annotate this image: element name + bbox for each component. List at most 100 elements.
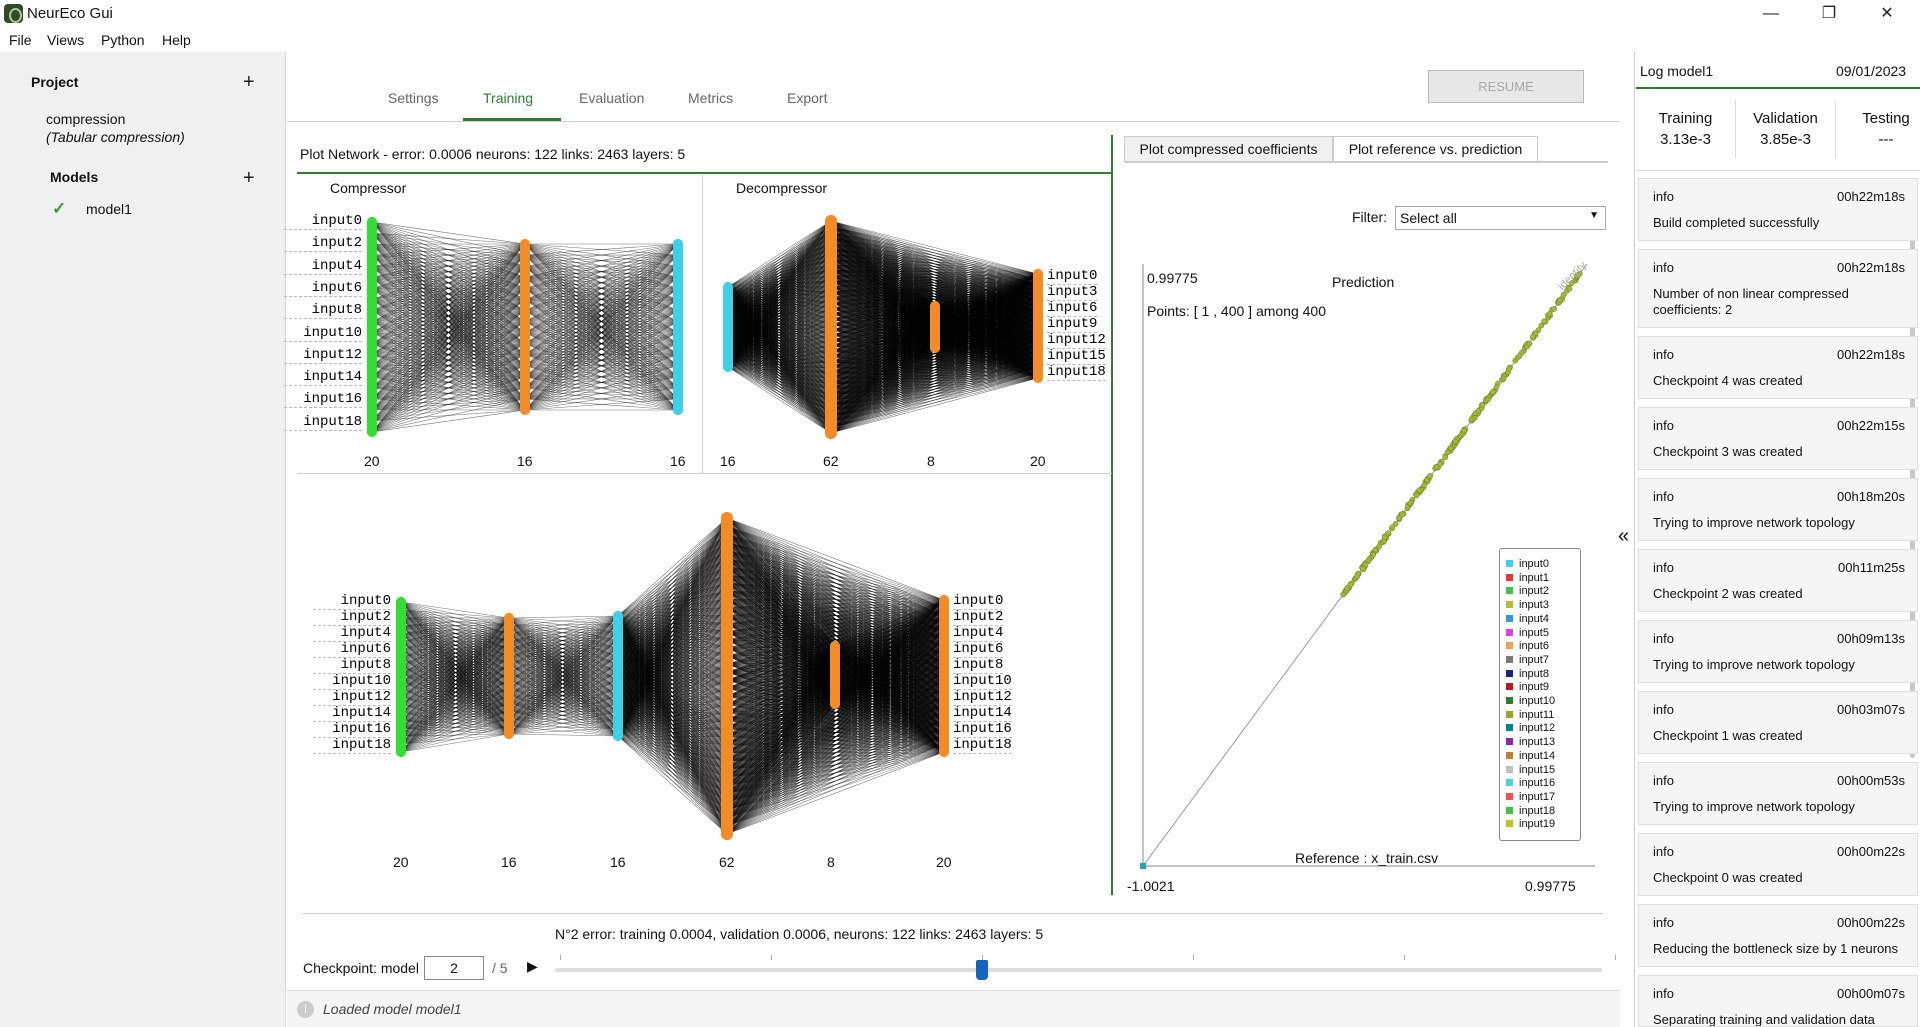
log-time: 00h00m53s xyxy=(1837,773,1905,788)
legend-item: input4 xyxy=(1506,613,1549,626)
decompressor-output-label: input15 xyxy=(1047,348,1106,365)
compressor-links-1 xyxy=(371,221,526,433)
data-point xyxy=(1448,445,1454,452)
compressor-input-label: input6 xyxy=(284,280,362,297)
data-point xyxy=(1344,585,1351,591)
decompressor-output-label: input18 xyxy=(1047,364,1106,381)
compressor-input-label: input18 xyxy=(284,414,362,431)
minimize-button[interactable]: — xyxy=(1748,1,1794,27)
log-stat-value: --- xyxy=(1878,131,1894,148)
log-date: 09/01/2023 xyxy=(1836,63,1907,79)
full-links-3 xyxy=(617,517,728,835)
legend-swatch xyxy=(1506,806,1513,814)
layer-size-label: 20 xyxy=(936,854,952,870)
full-output-label: input8 xyxy=(953,657,1004,674)
data-point xyxy=(1500,375,1507,382)
log-level: info xyxy=(1653,260,1674,275)
compressor-input-label: input14 xyxy=(284,369,362,387)
play-button[interactable]: ▶ xyxy=(527,958,538,975)
legend-label: input14 xyxy=(1519,749,1556,762)
legend-label: input1 xyxy=(1519,571,1549,584)
log-entry: info 00h22m18s Checkpoint 4 was created xyxy=(1638,336,1918,399)
full-input-label: input4 xyxy=(313,625,391,642)
decompressor-hidden-layer-1-nodes xyxy=(825,215,837,439)
log-title: Log model1 xyxy=(1640,63,1714,79)
checkpoint-summary: N°2 error: training 0.0004, validation 0… xyxy=(555,926,1044,942)
decompressor-output-label: input12 xyxy=(1047,332,1106,349)
full-output-label: input2 xyxy=(953,609,1004,626)
tab-plot-reference-vs-prediction[interactable]: Plot reference vs. prediction xyxy=(1333,136,1538,162)
full-input-label: input8 xyxy=(313,657,391,674)
data-point xyxy=(1421,482,1428,488)
legend-swatch xyxy=(1506,792,1513,800)
legend-swatch xyxy=(1506,779,1513,787)
filter-value: Select all xyxy=(1400,210,1457,226)
legend-item: input0 xyxy=(1506,558,1549,571)
filter-select[interactable]: Select all ▼ xyxy=(1395,206,1606,230)
data-point xyxy=(1381,534,1388,541)
data-point xyxy=(1538,322,1545,329)
full-output-label: input0 xyxy=(953,593,1004,610)
compressor-input-label: input12 xyxy=(284,347,362,364)
compressor-links-2 xyxy=(524,243,679,411)
log-stat-value: 3.13e-3 xyxy=(1660,131,1711,148)
log-entry: info 00h22m18s Build completed successfull… xyxy=(1638,178,1918,241)
checkpoint-input[interactable]: 2 xyxy=(424,956,484,980)
legend-item: input11 xyxy=(1506,709,1554,722)
checkpoint-slider-track[interactable] xyxy=(555,968,1602,972)
legend-label: input18 xyxy=(1519,804,1556,817)
full-output-label: input6 xyxy=(953,641,1004,658)
full-input-label: input18 xyxy=(313,737,391,754)
log-entry: info 00h22m18s Number of non linear compre… xyxy=(1638,249,1918,328)
log-message: Separating training and validation data xyxy=(1653,1012,1875,1027)
decompressor-output-label: input9 xyxy=(1047,316,1098,333)
log-level: info xyxy=(1653,631,1674,646)
log-stat: Testing --- xyxy=(1836,100,1920,158)
log-stats-rule xyxy=(1636,170,1920,171)
log-stat-label: Testing xyxy=(1862,110,1910,127)
slider-tick xyxy=(1404,955,1405,960)
slider-tick xyxy=(560,955,561,960)
log-stat: Training 3.13e-3 xyxy=(1636,100,1736,158)
log-entry: info 00h22m15s Checkpoint 3 was created xyxy=(1638,407,1918,470)
log-level: info xyxy=(1653,560,1674,575)
legend-item: input3 xyxy=(1506,599,1549,612)
layer-size-label: 8 xyxy=(827,854,835,870)
maximize-button[interactable]: ❐ xyxy=(1806,1,1852,27)
layer-size-label: 8 xyxy=(927,453,935,469)
legend-swatch xyxy=(1506,751,1513,759)
data-point xyxy=(1516,353,1523,360)
checkpoint-slider-handle[interactable] xyxy=(976,960,988,980)
layer-size-label: 16 xyxy=(610,854,626,870)
close-button[interactable]: ✕ xyxy=(1864,1,1910,27)
log-time: 00h03m07s xyxy=(1837,702,1905,717)
layer-size-label: 62 xyxy=(823,453,839,469)
legend-label: input16 xyxy=(1519,777,1556,790)
data-point xyxy=(1556,297,1563,304)
full-output-label: input16 xyxy=(953,721,1012,738)
tab-plot-compressed-coefficients[interactable]: Plot compressed coefficients xyxy=(1124,136,1333,162)
resume-button[interactable]: RESUME xyxy=(1428,70,1584,103)
log-message: Checkpoint 1 was created xyxy=(1653,728,1803,743)
data-point xyxy=(1546,311,1553,317)
status-text: Loaded model model1 xyxy=(323,1001,462,1017)
log-time: 00h22m18s xyxy=(1837,347,1905,362)
legend-label: input12 xyxy=(1519,722,1556,735)
data-point xyxy=(1485,396,1491,403)
legend-label: input3 xyxy=(1519,599,1549,612)
legend-label: input0 xyxy=(1519,558,1549,570)
network-graph xyxy=(367,215,1043,840)
log-message: Checkpoint 4 was created xyxy=(1653,373,1803,388)
compressor-input-label: input16 xyxy=(284,391,362,409)
log-entry: info 00h03m07s Checkpoint 1 was created xyxy=(1638,691,1918,754)
data-point xyxy=(1416,487,1423,494)
legend-swatch xyxy=(1506,614,1513,622)
layer-size-label: 20 xyxy=(364,453,380,469)
collapse-log-button[interactable]: « xyxy=(1618,525,1629,548)
log-entry: info 00h00m53s Trying to improve network t… xyxy=(1638,762,1918,825)
layer-size-label: 62 xyxy=(719,854,735,870)
legend-swatch xyxy=(1506,765,1513,773)
dropdown-arrow-icon: ▼ xyxy=(1589,210,1599,221)
legend-label: input9 xyxy=(1519,681,1549,694)
legend-swatch xyxy=(1506,683,1513,691)
